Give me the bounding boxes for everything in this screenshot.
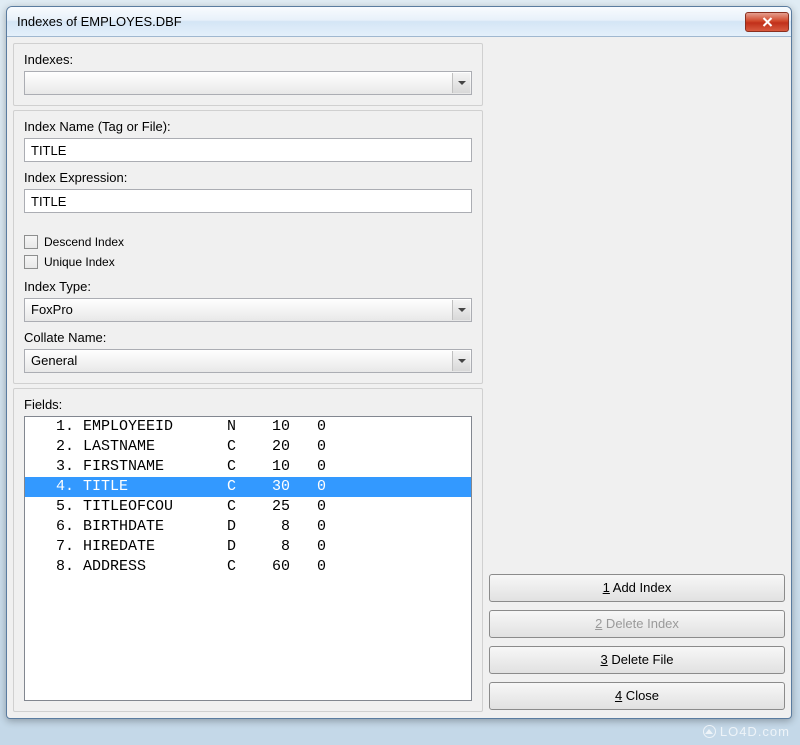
list-item[interactable]: 1. EMPLOYEEID N 10 0 [25, 417, 471, 437]
unique-checkbox[interactable] [24, 255, 38, 269]
close-button[interactable] [745, 12, 789, 32]
list-item[interactable]: 6. BIRTHDATE D 8 0 [25, 517, 471, 537]
fields-group: Fields: 1. EMPLOYEEID N 10 0 2. LASTNAME… [13, 388, 483, 712]
watermark: LO4D.com [703, 724, 790, 739]
unique-label: Unique Index [44, 255, 115, 269]
index-type-label: Index Type: [24, 279, 472, 294]
index-name-label: Index Name (Tag or File): [24, 119, 472, 134]
descend-checkbox-row[interactable]: Descend Index [24, 235, 472, 249]
dialog-content: Indexes: Index Name (Tag or File): Index… [7, 37, 791, 718]
delete-file-button[interactable]: 3 Delete File [489, 646, 785, 674]
watermark-icon [703, 725, 716, 738]
fields-listbox[interactable]: 1. EMPLOYEEID N 10 0 2. LASTNAME C 20 0 … [24, 416, 472, 701]
list-item[interactable]: 4. TITLE C 30 0 [25, 477, 471, 497]
delete-index-button: 2 Delete Index [489, 610, 785, 638]
collate-combo[interactable]: General [24, 349, 472, 373]
unique-checkbox-row[interactable]: Unique Index [24, 255, 472, 269]
index-expr-label: Index Expression: [24, 170, 472, 185]
indexes-label: Indexes: [24, 52, 472, 67]
index-name-input[interactable] [24, 138, 472, 162]
right-column: 1 Add Index 2 Delete Index 3 Delete File… [489, 43, 785, 712]
add-index-button[interactable]: 1 Add Index [489, 574, 785, 602]
chevron-down-icon [452, 300, 470, 320]
window-title: Indexes of EMPLOYES.DBF [17, 14, 745, 29]
dialog-window: Indexes of EMPLOYES.DBF Indexes: Index N… [6, 6, 792, 719]
index-type-value: FoxPro [31, 302, 73, 317]
left-column: Indexes: Index Name (Tag or File): Index… [13, 43, 483, 712]
list-item[interactable]: 5. TITLEOFCOU C 25 0 [25, 497, 471, 517]
chevron-down-icon [452, 351, 470, 371]
close-dialog-button[interactable]: 4 Close [489, 682, 785, 710]
index-type-combo[interactable]: FoxPro [24, 298, 472, 322]
indexes-combo[interactable] [24, 71, 472, 95]
list-item[interactable]: 2. LASTNAME C 20 0 [25, 437, 471, 457]
descend-label: Descend Index [44, 235, 124, 249]
close-icon [762, 17, 773, 27]
descend-checkbox[interactable] [24, 235, 38, 249]
list-item[interactable]: 8. ADDRESS C 60 0 [25, 557, 471, 577]
fields-label: Fields: [24, 397, 472, 412]
list-item[interactable]: 7. HIREDATE D 8 0 [25, 537, 471, 557]
watermark-text: LO4D.com [720, 724, 790, 739]
list-item[interactable]: 3. FIRSTNAME C 10 0 [25, 457, 471, 477]
index-props-group: Index Name (Tag or File): Index Expressi… [13, 110, 483, 384]
collate-value: General [31, 353, 77, 368]
indexes-group: Indexes: [13, 43, 483, 106]
index-expr-input[interactable] [24, 189, 472, 213]
collate-label: Collate Name: [24, 330, 472, 345]
chevron-down-icon [452, 73, 470, 93]
titlebar[interactable]: Indexes of EMPLOYES.DBF [7, 7, 791, 37]
